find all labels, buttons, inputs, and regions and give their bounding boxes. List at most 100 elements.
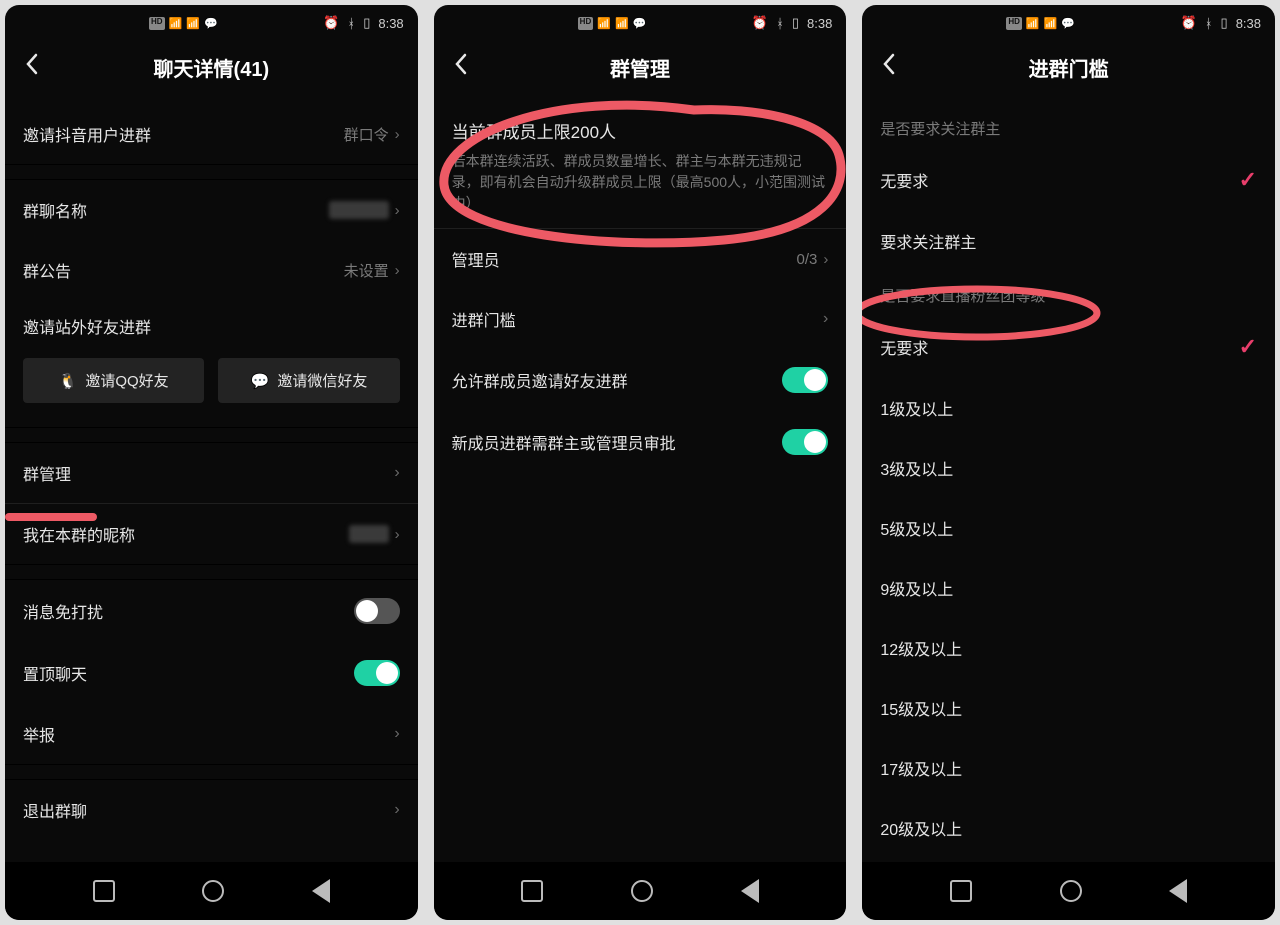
row-allow-invite[interactable]: 允许群成员邀请好友进群 bbox=[434, 349, 847, 411]
row-label: 群管理 bbox=[23, 461, 71, 485]
option-label: 5级及以上 bbox=[880, 516, 953, 540]
android-navbar bbox=[862, 862, 1275, 920]
row-group-management[interactable]: 群管理 › bbox=[5, 443, 418, 503]
row-invite-douyin[interactable]: 邀请抖音用户进群 群口令› bbox=[5, 104, 418, 164]
wechat-icon: 💬 bbox=[251, 372, 270, 390]
option-label: 1级及以上 bbox=[880, 396, 953, 420]
back-nav-button[interactable] bbox=[741, 879, 759, 903]
signal-icon: 📶 bbox=[615, 17, 629, 30]
qq-icon: 🐧 bbox=[59, 372, 78, 390]
row-label: 群聊名称 bbox=[23, 198, 87, 222]
option-level-12[interactable]: 12级及以上 bbox=[862, 618, 1275, 678]
recents-button[interactable] bbox=[950, 880, 972, 902]
button-label: 邀请QQ好友 bbox=[85, 370, 168, 391]
back-button[interactable] bbox=[21, 53, 43, 75]
row-admin[interactable]: 管理员 0/3› bbox=[434, 229, 847, 289]
row-threshold[interactable]: 进群门槛 › bbox=[434, 289, 847, 349]
back-nav-button[interactable] bbox=[1169, 879, 1187, 903]
alarm-icon: ⏰ bbox=[323, 15, 339, 31]
option-level-20[interactable]: 20级及以上 bbox=[862, 798, 1275, 858]
section-fan-level: 是否要求直播粉丝团等级 bbox=[862, 271, 1275, 316]
blurred-value bbox=[329, 201, 389, 219]
wechat-icon: 💬 bbox=[1061, 17, 1075, 30]
row-pin[interactable]: 置顶聊天 bbox=[5, 642, 418, 704]
signal-icon: 📶 bbox=[169, 17, 183, 30]
chevron-right-icon: › bbox=[823, 310, 828, 328]
option-req-follow[interactable]: 要求关注群主 bbox=[862, 211, 1275, 271]
row-label: 邀请抖音用户进群 bbox=[23, 122, 151, 146]
bluetooth-icon: ᚼ bbox=[776, 16, 784, 31]
option-level-0[interactable]: 无要求 ✓ bbox=[862, 316, 1275, 378]
row-group-notice[interactable]: 群公告 未设置 › bbox=[5, 240, 418, 300]
section-follow-owner: 是否要求关注群主 bbox=[862, 104, 1275, 149]
option-level-3[interactable]: 3级及以上 bbox=[862, 438, 1275, 498]
wechat-icon: 💬 bbox=[633, 17, 647, 30]
option-level-5[interactable]: 5级及以上 bbox=[862, 498, 1275, 558]
header: 聊天详情(41) bbox=[5, 35, 418, 104]
option-level-17[interactable]: 17级及以上 bbox=[862, 738, 1275, 798]
row-label: 允许群成员邀请好友进群 bbox=[452, 368, 628, 392]
info-title: 当前群成员上限200人 bbox=[452, 118, 829, 143]
signal-icon: 📶 bbox=[186, 17, 200, 30]
hd-badge: HD bbox=[149, 17, 165, 30]
android-navbar bbox=[434, 862, 847, 920]
pin-toggle[interactable] bbox=[354, 660, 400, 686]
page-title: 群管理 bbox=[610, 53, 670, 82]
back-button[interactable] bbox=[878, 53, 900, 75]
recents-button[interactable] bbox=[521, 880, 543, 902]
back-nav-button[interactable] bbox=[312, 879, 330, 903]
option-label: 9级及以上 bbox=[880, 576, 953, 600]
row-group-name[interactable]: 群聊名称 › bbox=[5, 180, 418, 240]
row-report[interactable]: 举报 › bbox=[5, 704, 418, 764]
row-label: 管理员 bbox=[452, 247, 500, 271]
signal-icon: 📶 bbox=[1026, 17, 1040, 30]
row-label: 进群门槛 bbox=[452, 307, 516, 331]
recents-button[interactable] bbox=[93, 880, 115, 902]
battery-icon: ▯ bbox=[792, 15, 799, 31]
option-label: 无要求 bbox=[880, 168, 928, 192]
back-button[interactable] bbox=[450, 53, 472, 75]
row-label: 群公告 bbox=[23, 258, 71, 282]
option-level-1[interactable]: 1级及以上 bbox=[862, 378, 1275, 438]
allow-invite-toggle[interactable] bbox=[782, 367, 828, 393]
chevron-right-icon: › bbox=[394, 464, 399, 482]
approve-toggle[interactable] bbox=[782, 429, 828, 455]
phone-screen-2: HD 📶 📶 💬 ⏰ ᚼ ▯ 8:38 群管理 当前群成员上限200人 若本群连… bbox=[434, 5, 847, 920]
time-text: 8:38 bbox=[378, 16, 403, 31]
header: 进群门槛 bbox=[862, 35, 1275, 104]
row-label: 退出群聊 bbox=[23, 798, 87, 822]
row-approve[interactable]: 新成员进群需群主或管理员审批 bbox=[434, 411, 847, 473]
signal-icon: 📶 bbox=[1044, 17, 1058, 30]
row-value: 未设置 bbox=[344, 260, 389, 281]
checkmark-icon: ✓ bbox=[1239, 334, 1257, 360]
alarm-icon: ⏰ bbox=[1181, 15, 1197, 31]
battery-icon: ▯ bbox=[1221, 15, 1228, 31]
chevron-right-icon: › bbox=[823, 251, 828, 268]
invite-qq-button[interactable]: 🐧 邀请QQ好友 bbox=[23, 358, 204, 403]
mute-toggle[interactable] bbox=[354, 598, 400, 624]
hd-badge: HD bbox=[1006, 17, 1022, 30]
row-label: 举报 bbox=[23, 722, 55, 746]
time-text: 8:38 bbox=[807, 16, 832, 31]
option-label: 17级及以上 bbox=[880, 756, 962, 780]
home-button[interactable] bbox=[631, 880, 653, 902]
row-leave-group[interactable]: 退出群聊 › bbox=[5, 780, 418, 840]
row-value: 群口令 bbox=[344, 124, 389, 145]
phone-screen-3: HD 📶 📶 💬 ⏰ ᚼ ▯ 8:38 进群门槛 是否要求关注群主 无要求 ✓ … bbox=[862, 5, 1275, 920]
row-label: 新成员进群需群主或管理员审批 bbox=[452, 430, 676, 454]
page-title: 聊天详情(41) bbox=[154, 53, 270, 82]
home-button[interactable] bbox=[1060, 880, 1082, 902]
option-label: 12级及以上 bbox=[880, 636, 962, 660]
row-mute[interactable]: 消息免打扰 bbox=[5, 580, 418, 642]
option-level-9[interactable]: 9级及以上 bbox=[862, 558, 1275, 618]
option-no-req-follow[interactable]: 无要求 ✓ bbox=[862, 149, 1275, 211]
home-button[interactable] bbox=[202, 880, 224, 902]
option-label: 15级及以上 bbox=[880, 696, 962, 720]
statusbar: HD 📶 📶 💬 ⏰ ᚼ ▯ 8:38 bbox=[862, 5, 1275, 35]
chevron-right-icon: › bbox=[395, 262, 400, 279]
chevron-right-icon: › bbox=[394, 725, 399, 743]
invite-wechat-button[interactable]: 💬 邀请微信好友 bbox=[218, 358, 399, 403]
option-label: 20级及以上 bbox=[880, 816, 962, 840]
android-navbar bbox=[5, 862, 418, 920]
option-level-15[interactable]: 15级及以上 bbox=[862, 678, 1275, 738]
